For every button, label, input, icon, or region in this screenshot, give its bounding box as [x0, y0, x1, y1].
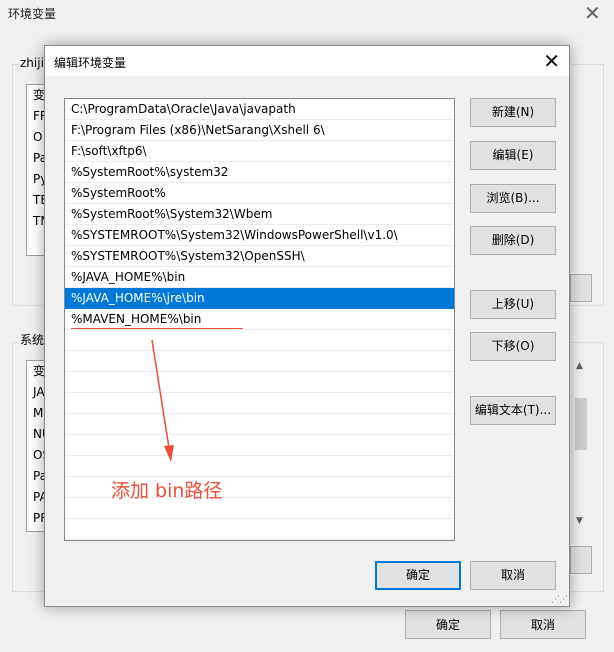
parent-ok-button[interactable]: 确定 — [405, 610, 491, 639]
path-row-empty[interactable] — [65, 414, 454, 435]
path-row[interactable]: %SYSTEMROOT%\System32\OpenSSH\ — [65, 246, 454, 267]
path-row-empty[interactable] — [65, 372, 454, 393]
path-row[interactable]: F:\soft\xftp6\ — [65, 141, 454, 162]
path-row-empty[interactable] — [65, 519, 454, 540]
edit-env-var-dialog: 编辑环境变量 ✕ C:\ProgramData\Oracle\Java\java… — [44, 45, 570, 607]
parent-cancel-button[interactable]: 取消 — [500, 610, 586, 639]
system-list-scrollbar[interactable]: ▲ ▼ — [572, 358, 590, 530]
dialog-title: 编辑环境变量 — [54, 56, 127, 70]
move-up-button[interactable]: 上移(U) — [470, 290, 556, 319]
annotation-underline — [71, 328, 243, 329]
scroll-up-icon[interactable]: ▲ — [576, 361, 583, 371]
path-row[interactable]: %SYSTEMROOT%\System32\WindowsPowerShell\… — [65, 225, 454, 246]
user-delete-button[interactable] — [570, 274, 592, 302]
path-row-empty[interactable] — [65, 435, 454, 456]
scroll-down-icon[interactable]: ▼ — [576, 516, 583, 526]
move-down-button[interactable]: 下移(O) — [470, 332, 556, 361]
path-row-empty[interactable] — [65, 351, 454, 372]
path-row[interactable]: %SystemRoot%\system32 — [65, 162, 454, 183]
close-icon[interactable]: ✕ — [543, 49, 560, 73]
new-button[interactable]: 新建(N) — [470, 98, 556, 127]
path-row[interactable]: %SystemRoot%\System32\Wbem — [65, 204, 454, 225]
path-row[interactable]: %MAVEN_HOME%\bin — [65, 309, 454, 330]
parent-close-icon[interactable]: ✕ — [584, 1, 601, 25]
path-row[interactable]: C:\ProgramData\Oracle\Java\javapath — [65, 99, 454, 120]
scrollbar-thumb[interactable] — [575, 398, 587, 450]
edit-button[interactable]: 编辑(E) — [470, 141, 556, 170]
dialog-titlebar: 编辑环境变量 ✕ — [45, 46, 569, 76]
path-row-empty[interactable] — [65, 330, 454, 351]
system-variables-label: 系统 — [18, 331, 47, 348]
path-row[interactable]: %SystemRoot% — [65, 183, 454, 204]
system-delete-button[interactable] — [570, 546, 592, 574]
path-row[interactable]: %JAVA_HOME%\bin — [65, 267, 454, 288]
path-row[interactable]: %JAVA_HOME%\jre\bin — [65, 288, 454, 309]
path-row-empty[interactable] — [65, 393, 454, 414]
edit-text-button[interactable]: 编辑文本(T)... — [470, 396, 556, 425]
ok-button[interactable]: 确定 — [375, 561, 461, 590]
path-row[interactable]: F:\Program Files (x86)\NetSarang\Xshell … — [65, 120, 454, 141]
resize-grip-icon[interactable]: ⋰⋰ — [551, 595, 568, 605]
cancel-button[interactable]: 取消 — [470, 561, 556, 590]
annotation-text: 添加 bin路径 — [111, 480, 223, 502]
path-row-empty[interactable] — [65, 456, 454, 477]
parent-window-title: 环境变量 — [8, 7, 57, 21]
browse-button[interactable]: 浏览(B)... — [470, 184, 556, 213]
user-variables-label: zhiji — [18, 56, 46, 70]
path-list[interactable]: C:\ProgramData\Oracle\Java\javapath F:\Pr… — [64, 98, 455, 541]
delete-button[interactable]: 删除(D) — [470, 226, 556, 255]
